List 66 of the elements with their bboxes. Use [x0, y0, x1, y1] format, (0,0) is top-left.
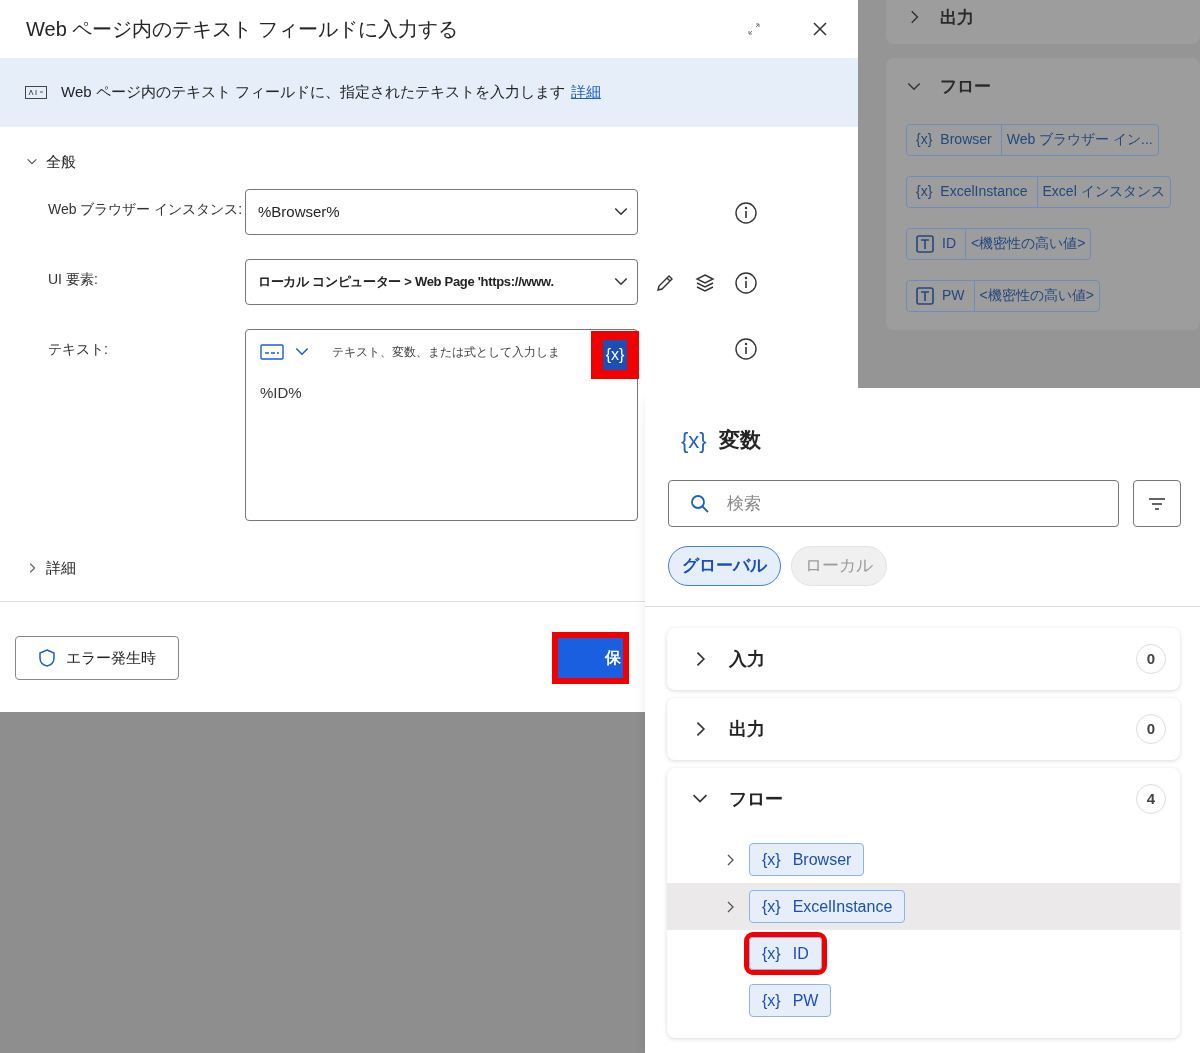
info-icon [734, 337, 758, 361]
field-label: UI 要素: [48, 270, 99, 289]
dropdown[interactable]: %Browser% [245, 189, 638, 235]
text-variable-icon [916, 234, 934, 253]
variable-value: <機密性の高い値> [978, 286, 1095, 305]
dropdown-value: ローカル コンピューター > Web Page 'https://www. [258, 273, 555, 292]
variable-chip[interactable]: {x} Browser [749, 843, 865, 876]
field-label: テキスト: [48, 340, 109, 359]
shield-icon [38, 648, 56, 668]
variable-icon: {x} [762, 941, 781, 966]
variable-name: PW [942, 286, 965, 305]
variable-chip[interactable]: ID <機密性の高い値> [906, 227, 1092, 260]
section-title[interactable]: フロー [940, 74, 991, 100]
variable-name: ID [792, 943, 809, 964]
expand-icon [747, 22, 761, 36]
variable-icon: {x} [762, 847, 781, 872]
filter-button[interactable] [1133, 480, 1181, 527]
group-title[interactable]: 入力 [729, 645, 1116, 673]
save-button[interactable]: 保 [552, 632, 629, 684]
section-header[interactable]: 詳細 [46, 556, 76, 580]
text-input[interactable]: テキスト、変数、または式として入力しま %ID% {x} [245, 329, 638, 521]
variable-icon: {x} [916, 129, 933, 150]
variable-name: PW [792, 990, 819, 1011]
search-field[interactable]: 検索 [668, 480, 1119, 527]
field-label: Web ブラウザー インスタンス: [48, 200, 244, 219]
variables-icon: {x} [681, 423, 707, 457]
variable-name: ID [942, 234, 956, 253]
layers-icon [694, 272, 716, 294]
info-icon [734, 271, 758, 295]
variable-name: ExcelInstance [940, 182, 1028, 201]
variable-value: <機密性の高い値> [970, 234, 1087, 253]
panel-title: 変数 [718, 427, 761, 454]
variable-chip[interactable]: {x} Browser Web ブラウザー イン... [906, 123, 1159, 156]
variable-name: ExcelInstance [792, 896, 893, 917]
dropdown[interactable]: ローカル コンピューター > Web Page 'https://www. [245, 259, 638, 305]
variable-value: Web ブラウザー イン... [1005, 130, 1154, 149]
section-title[interactable]: 出力 [940, 4, 974, 30]
variable-chip[interactable]: PW <機密性の高い値> [906, 279, 1100, 312]
input-value: %ID% [260, 383, 303, 403]
error-handling-button[interactable]: エラー発生時 [15, 636, 179, 680]
input-placeholder: テキスト、変数、または式として入力しま [332, 344, 560, 361]
dialog-title: Web ページ内のテキスト フィールドに入力する [26, 17, 458, 42]
dropdown-value: %Browser% [258, 201, 341, 222]
text-field-icon [25, 86, 47, 99]
search-icon [690, 494, 710, 514]
variable-icon: {x} [762, 894, 781, 919]
variable-button[interactable]: {x} [591, 331, 639, 379]
learn-more-link[interactable]: 詳細 [570, 81, 601, 104]
description-text: Web ページ内のテキスト フィールドに、指定されたテキストを入力します [61, 82, 565, 103]
text-mode-icon [260, 344, 284, 360]
variable-icon: {x} [762, 988, 781, 1013]
variable-chip[interactable]: {x} ExcelInstance [749, 890, 906, 923]
info-icon [734, 201, 758, 225]
variable-value: Excel インスタンス [1041, 182, 1166, 201]
group-title[interactable]: 出力 [729, 715, 1116, 743]
scope-tab[interactable]: グローバル [668, 546, 781, 586]
close-icon [812, 21, 828, 37]
group-title[interactable]: フロー [729, 785, 1116, 813]
variable-chip[interactable]: {x} PW [749, 984, 832, 1017]
variable-icon: {x} [916, 181, 933, 202]
variable-name: Browser [940, 130, 992, 149]
section-header[interactable]: 全般 [46, 150, 76, 174]
variable-name: Browser [792, 849, 852, 870]
text-variable-icon [916, 286, 934, 305]
variable-chip[interactable]: {x} ExcelInstance Excel インスタンス [906, 175, 1171, 208]
filter-icon [1148, 496, 1166, 511]
